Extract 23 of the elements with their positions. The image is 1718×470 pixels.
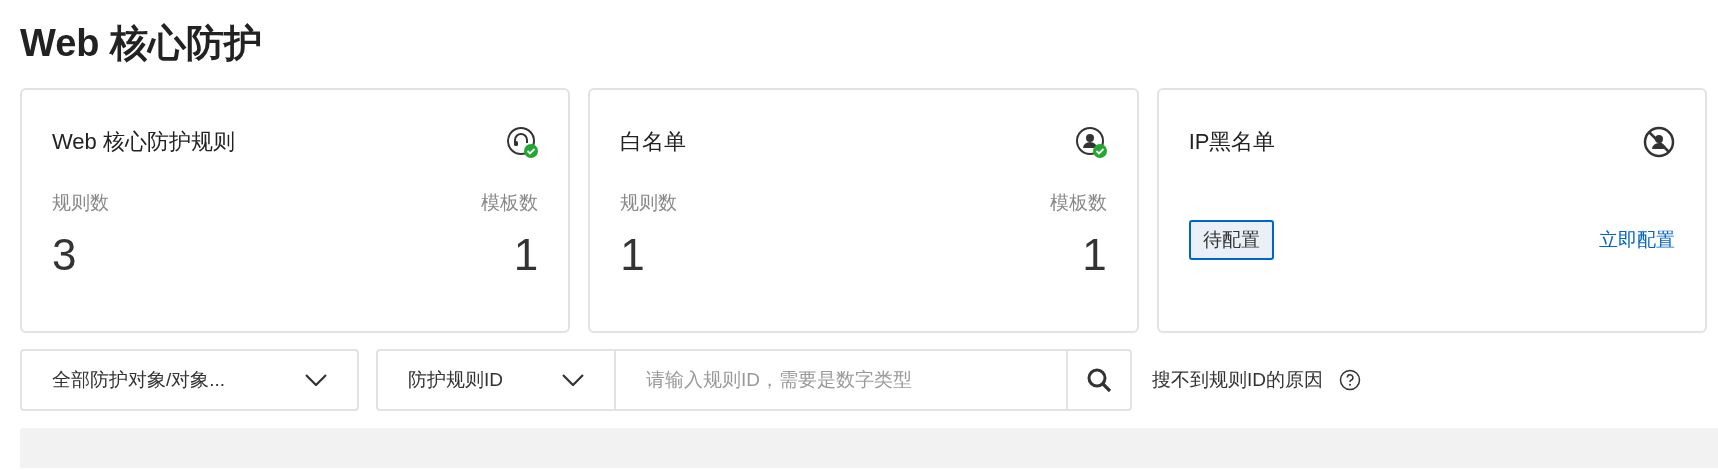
stat-label: 模板数 [1049, 191, 1107, 215]
chevron-down-icon [562, 374, 584, 386]
stat-value: 3 [52, 230, 77, 280]
stat-value: 1 [620, 230, 645, 280]
scope-dropdown[interactable]: 全部防护对象/对象... [20, 349, 359, 411]
stat-label: 规则数 [52, 191, 109, 215]
chevron-down-icon [305, 374, 327, 386]
search-button[interactable] [1066, 349, 1132, 411]
card-title: Web 核心防护规则 [52, 128, 235, 156]
page-title: Web 核心防护 [19, 21, 264, 66]
configure-link[interactable]: 立即配置 [1599, 227, 1675, 253]
stat-value: 1 [513, 230, 539, 280]
field-dropdown[interactable]: 防护规则ID [376, 349, 616, 411]
status-tag: 待配置 [1188, 220, 1274, 260]
stat-value: 1 [1082, 230, 1107, 280]
card-title: 白名单 [620, 128, 687, 156]
help-icon[interactable] [1339, 369, 1361, 391]
stat-label: 规则数 [620, 191, 678, 215]
stat-label: 模板数 [481, 191, 539, 215]
card-title: IP黑名单 [1188, 128, 1276, 156]
search-icon [1086, 367, 1112, 393]
search-field[interactable]: 请输入规则ID，需要是数字类型 [616, 349, 1066, 411]
help-text: 搜不到规则ID的原因 [1152, 368, 1323, 392]
